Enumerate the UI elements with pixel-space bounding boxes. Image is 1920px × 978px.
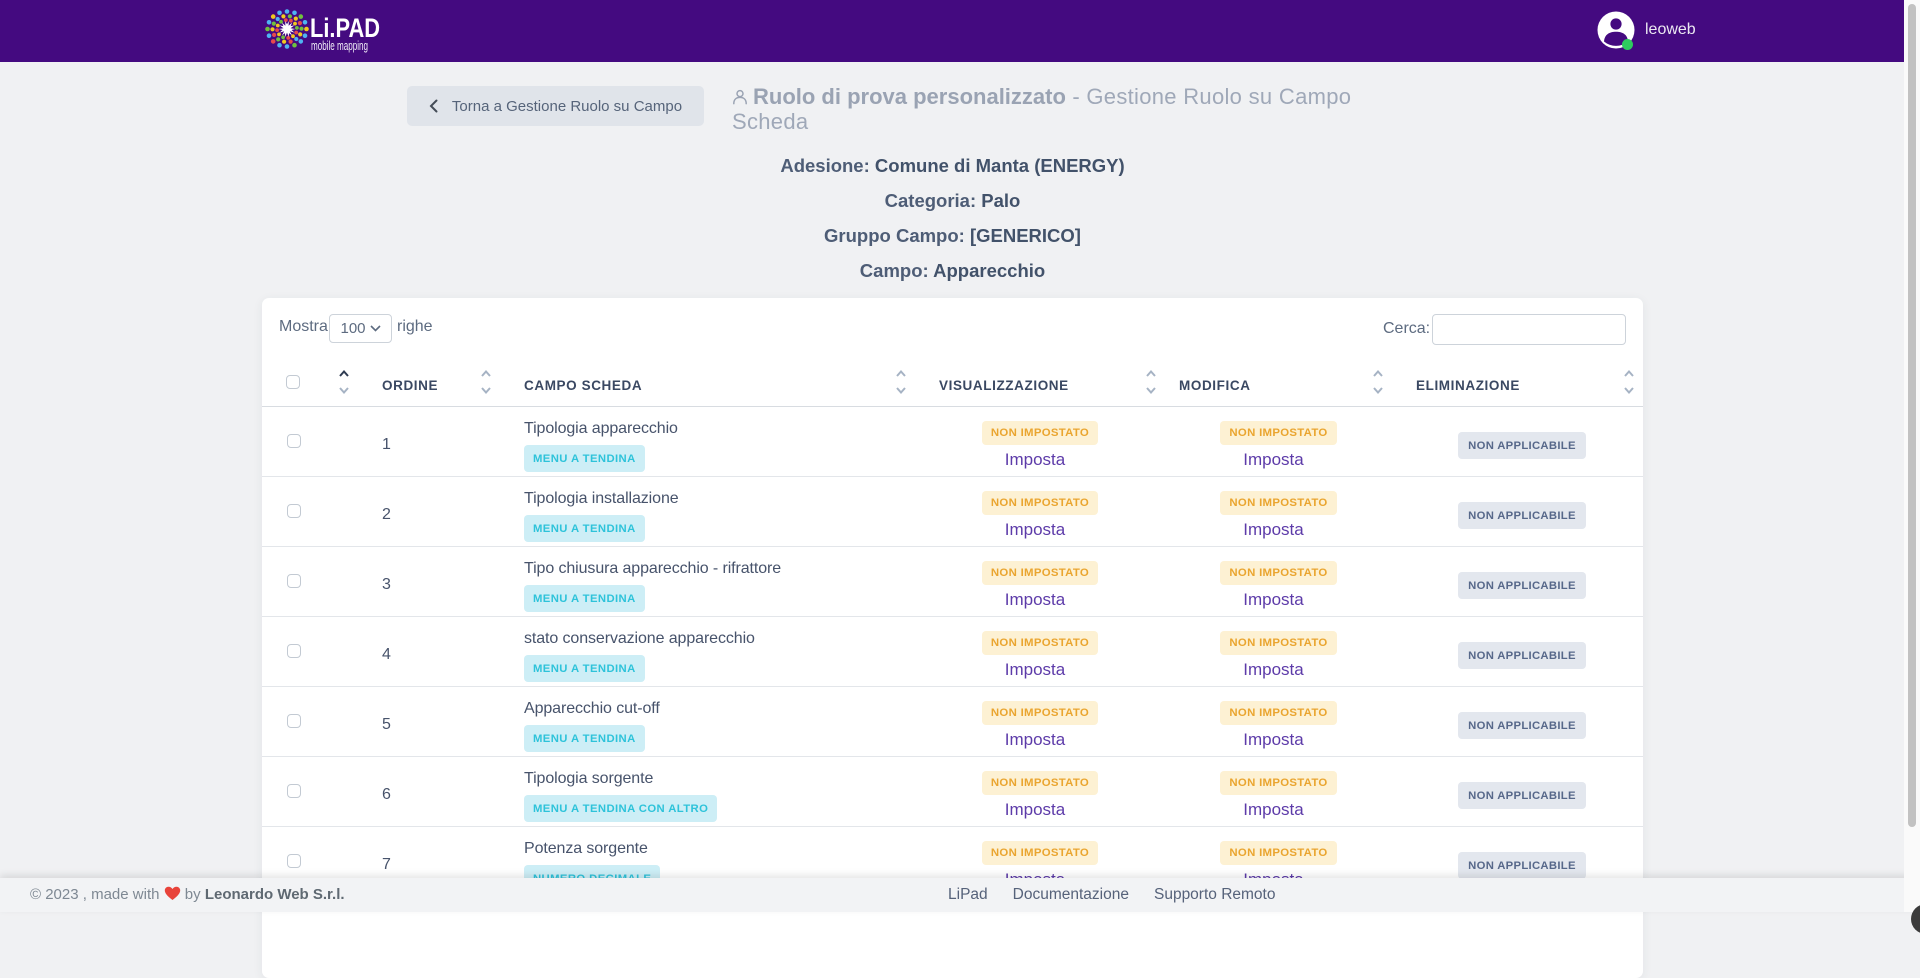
svg-text:mobile mapping: mobile mapping [311, 39, 368, 53]
